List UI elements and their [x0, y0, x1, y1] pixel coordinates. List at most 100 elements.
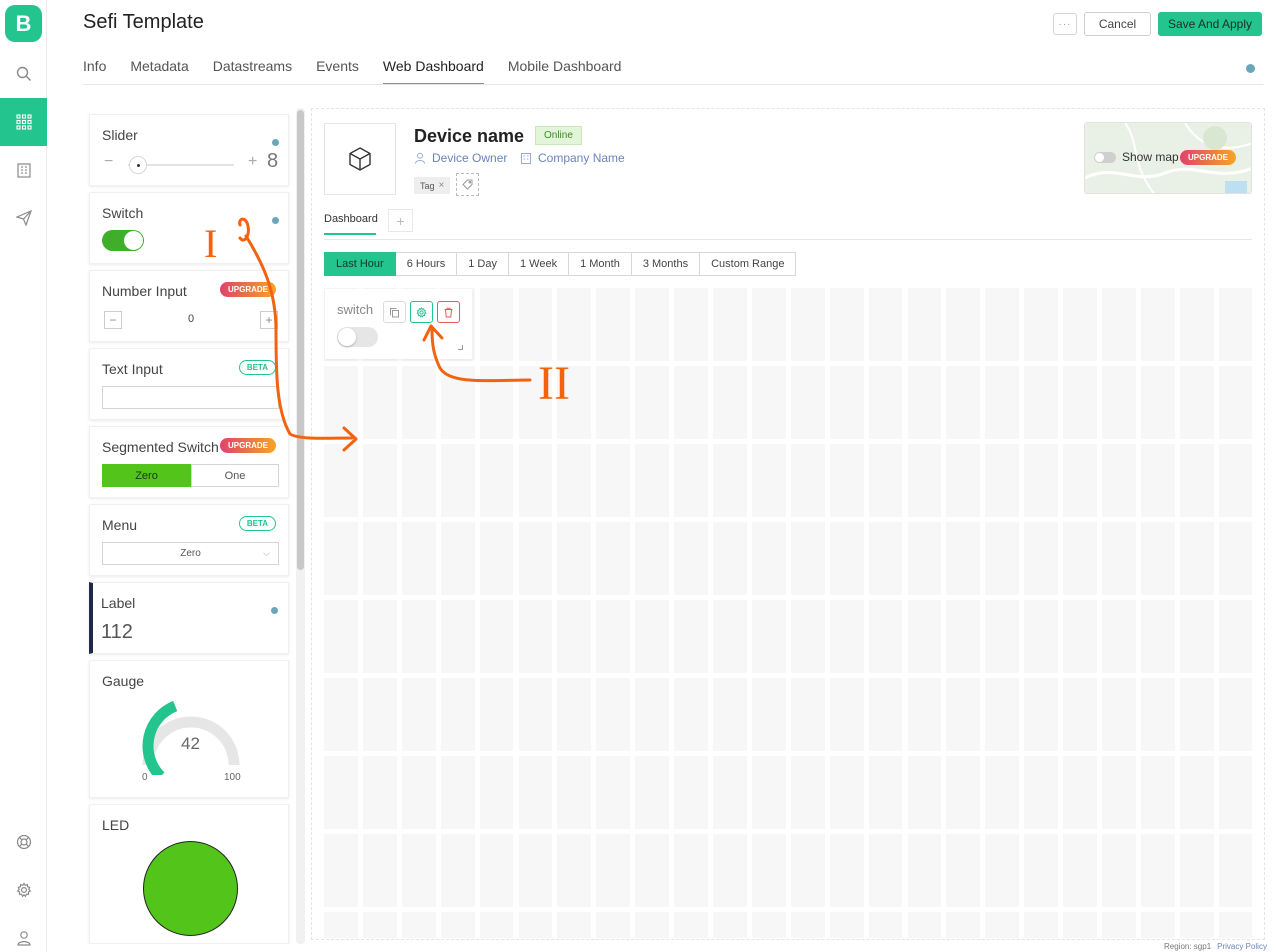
- grid-cell: [1024, 912, 1059, 938]
- grid-cell: [362, 600, 397, 673]
- widget-segmented-switch[interactable]: Segmented Switch UPGRADE Zero One: [89, 426, 289, 498]
- tag-chip[interactable]: Tag ×: [414, 177, 451, 194]
- widget-box-scroll-thumb[interactable]: [297, 110, 304, 570]
- grid-cell: [713, 912, 747, 938]
- grid-cell: [790, 444, 825, 517]
- grid-cell: [1140, 288, 1175, 361]
- device-image[interactable]: [324, 123, 396, 195]
- tab-events[interactable]: Events: [316, 58, 359, 85]
- grid-cell: [1218, 756, 1252, 829]
- grid-cell: [985, 600, 1020, 673]
- building-icon[interactable]: [0, 146, 47, 194]
- gear-icon[interactable]: [0, 866, 47, 914]
- grid-cell: [829, 600, 864, 673]
- widget-menu[interactable]: Menu BETA Zero ⌵: [89, 504, 289, 576]
- widget-number-input[interactable]: Number Input UPGRADE − 0 +: [89, 270, 289, 342]
- user-icon[interactable]: [0, 914, 47, 952]
- widget-label: Menu: [102, 517, 138, 533]
- range-3-months[interactable]: 3 Months: [631, 252, 701, 276]
- resize-handle-icon[interactable]: [458, 345, 463, 350]
- grid-cell: [479, 912, 514, 938]
- widget-label: Gauge: [102, 673, 145, 689]
- tab-dashboard[interactable]: Dashboard: [324, 213, 378, 235]
- range-last-hour[interactable]: Last Hour: [324, 252, 396, 276]
- widget-slider[interactable]: Slider − + 8: [89, 114, 289, 186]
- grid-cell: [868, 366, 903, 439]
- widget-led[interactable]: LED: [89, 804, 289, 944]
- grid-cell: [440, 600, 475, 673]
- grid-cell: [324, 756, 358, 829]
- grid-cell: [829, 912, 864, 938]
- grid-cell: [1102, 522, 1136, 595]
- segment-option: One: [191, 464, 279, 487]
- grid-cell: [557, 678, 592, 751]
- trash-icon[interactable]: [437, 301, 460, 323]
- tag-icon: [462, 179, 473, 190]
- grid-cell: [946, 912, 981, 938]
- grid-cell: [401, 834, 436, 907]
- grid-cell: [1140, 912, 1175, 938]
- page-title: Sefi Template: [83, 11, 204, 33]
- widget-text-input[interactable]: Text Input BETA: [89, 348, 289, 420]
- grid-cell: [907, 522, 942, 595]
- grid-cell: [401, 522, 436, 595]
- grid-cell: [946, 834, 981, 907]
- switch-toggle: [102, 230, 144, 251]
- tab-datastreams[interactable]: Datastreams: [213, 58, 292, 85]
- user-icon: [415, 152, 425, 164]
- privacy-policy-link[interactable]: Privacy Policy: [1217, 942, 1267, 951]
- range-custom[interactable]: Custom Range: [700, 252, 797, 276]
- info-icon: [271, 607, 278, 614]
- grid-cell: [635, 444, 670, 517]
- grid-cell: [518, 834, 553, 907]
- placed-switch-widget[interactable]: switch: [325, 289, 472, 359]
- widget-box: Slider − + 8 Switch Number Input UPGRADE…: [85, 108, 295, 944]
- widget-label-display[interactable]: Label 112: [89, 582, 289, 654]
- help-icon[interactable]: [0, 818, 47, 866]
- grid-cell: [1024, 756, 1059, 829]
- number-value: 0: [188, 313, 195, 325]
- search-icon[interactable]: [0, 50, 47, 98]
- grid-cell: [713, 600, 747, 673]
- copy-icon[interactable]: [383, 301, 406, 323]
- range-1-day[interactable]: 1 Day: [457, 252, 509, 276]
- more-button[interactable]: ···: [1053, 13, 1077, 35]
- tab-metadata[interactable]: Metadata: [130, 58, 188, 85]
- grid-cell: [713, 678, 747, 751]
- save-and-apply-button[interactable]: Save And Apply: [1158, 12, 1262, 36]
- grid-cell: [479, 444, 514, 517]
- grid-cell: [1218, 600, 1252, 673]
- range-1-week[interactable]: 1 Week: [508, 252, 570, 276]
- blynk-logo[interactable]: B: [5, 5, 42, 42]
- send-icon[interactable]: [0, 194, 47, 242]
- grid-cell: [479, 288, 514, 361]
- tab-web-dashboard[interactable]: Web Dashboard: [382, 58, 484, 85]
- tab-info[interactable]: Info: [83, 58, 106, 85]
- grid-cell: [324, 834, 358, 907]
- upgrade-badge[interactable]: UPGRADE: [1180, 150, 1237, 165]
- range-1-month[interactable]: 1 Month: [569, 252, 632, 276]
- add-dashboard-tab-button[interactable]: +: [388, 209, 413, 232]
- grid-cell: [713, 522, 747, 595]
- segment-option: Zero: [102, 464, 191, 487]
- grid-cell: [946, 366, 981, 439]
- grid-cell: [1102, 912, 1136, 938]
- tab-mobile-dashboard[interactable]: Mobile Dashboard: [508, 58, 622, 85]
- settings-gear-icon[interactable]: [410, 301, 433, 323]
- grid-cell: [1024, 288, 1059, 361]
- switch-toggle[interactable]: [337, 327, 378, 347]
- grid-cell: [1179, 444, 1214, 517]
- grid-icon[interactable]: [0, 98, 47, 146]
- close-icon[interactable]: ×: [439, 180, 445, 191]
- show-map-toggle[interactable]: Show map: [1094, 150, 1179, 164]
- widget-switch[interactable]: Switch: [89, 192, 289, 264]
- grid-cell: [907, 288, 942, 361]
- grid-cell: [907, 366, 942, 439]
- info-icon[interactable]: [1246, 64, 1255, 73]
- cancel-button[interactable]: Cancel: [1084, 12, 1151, 36]
- grid-cell: [1102, 366, 1136, 439]
- add-tag-button[interactable]: [456, 173, 479, 196]
- show-map-switch[interactable]: [1094, 151, 1116, 163]
- widget-gauge[interactable]: Gauge 42 0 100: [89, 660, 289, 798]
- range-6-hours[interactable]: 6 Hours: [395, 252, 458, 276]
